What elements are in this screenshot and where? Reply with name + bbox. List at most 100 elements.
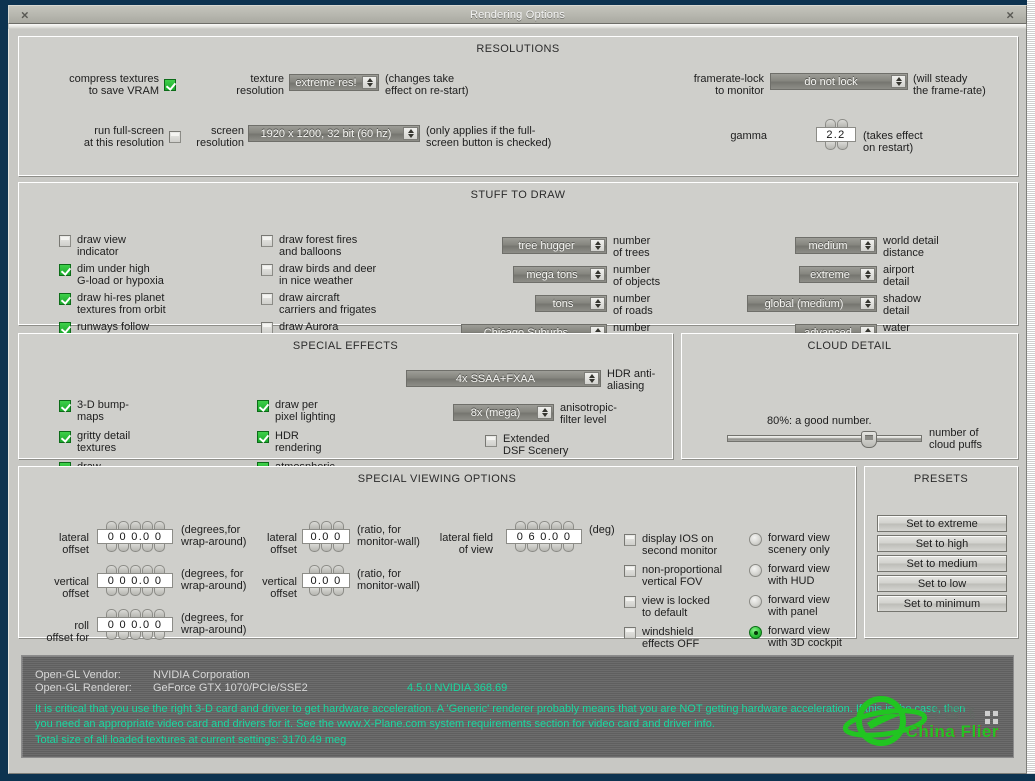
sfx-col2-checkbox-0[interactable] bbox=[257, 400, 269, 412]
sfx-col1-row-1: gritty detail textures bbox=[59, 430, 130, 454]
qr-grid-icon bbox=[985, 711, 999, 725]
viewing-spinner-4[interactable]: 0.0 0 bbox=[302, 565, 350, 596]
spinner-up-carets-0[interactable] bbox=[97, 521, 173, 529]
slider-thumb[interactable] bbox=[861, 431, 877, 448]
dropdown-anisotropic-filter[interactable]: 8x (mega) bbox=[453, 404, 554, 421]
viewing-spinner-value-1[interactable]: 0 0 0.0 0 bbox=[97, 573, 173, 588]
viewing-radio-row-3: forward view with 3D cockpit bbox=[749, 625, 842, 649]
dropdown-texture-resolution[interactable]: extreme res! bbox=[289, 74, 379, 91]
viewing-spinner-3[interactable]: 0.0 0 bbox=[302, 521, 350, 552]
spinner-down-carets-0[interactable] bbox=[97, 544, 173, 552]
note-framerate-lock: (will steady the frame-rate) bbox=[913, 73, 986, 97]
viewing-checkbox-2[interactable] bbox=[624, 596, 636, 608]
viewing-spinner-0[interactable]: 0 0 0.0 0 bbox=[97, 521, 173, 552]
viewing-radio-2[interactable] bbox=[749, 595, 762, 608]
stuff-col1-checkbox-1[interactable] bbox=[59, 264, 71, 276]
viewing-label-1: non-proportional vertical FOV bbox=[642, 564, 723, 588]
stuff-col2-checkbox-0[interactable] bbox=[261, 235, 273, 247]
spinner-down-carets-1[interactable] bbox=[97, 588, 173, 596]
stuff-col2-checkbox-1[interactable] bbox=[261, 264, 273, 276]
viewing-radio-0[interactable] bbox=[749, 533, 762, 546]
preset-button-2[interactable]: Set to medium bbox=[877, 555, 1007, 572]
stuff-col4-dropdown-0[interactable]: medium bbox=[795, 237, 877, 254]
spinner-up-carets-5[interactable] bbox=[506, 521, 582, 529]
stuff-col3-dropdown-0[interactable]: tree hugger bbox=[502, 237, 607, 254]
viewing-spinner-value-0[interactable]: 0 0 0.0 0 bbox=[97, 529, 173, 544]
stuff-col2-row-0: draw forest fires and balloons bbox=[261, 234, 357, 258]
viewing-spinner-1[interactable]: 0 0 0.0 0 bbox=[97, 565, 173, 596]
spinner-up-carets-2[interactable] bbox=[97, 609, 173, 617]
stuff-col2-row-1: draw birds and deer in nice weather bbox=[261, 263, 376, 287]
dropdown-screen-resolution[interactable]: 1920 x 1200, 32 bit (60 hz) bbox=[248, 125, 420, 142]
spinner-down-carets-5[interactable] bbox=[506, 544, 582, 552]
opengl-info-panel: Open-GL Vendor: NVIDIA Corporation Open-… bbox=[21, 655, 1014, 758]
spinner-gamma[interactable]: 2.2 bbox=[816, 119, 856, 150]
sfx-col1-checkbox-1[interactable] bbox=[59, 431, 71, 443]
spinner-up-carets[interactable] bbox=[816, 119, 856, 127]
preset-button-0[interactable]: Set to extreme bbox=[877, 515, 1007, 532]
close-icon-left[interactable]: × bbox=[21, 8, 29, 21]
viewing-spinner-note-4: (ratio, for monitor-wall) bbox=[357, 568, 420, 592]
stuff-col4-dropdown-2[interactable]: global (medium) bbox=[747, 295, 877, 312]
dropdown-hdr-antialiasing[interactable]: 4x SSAA+FXAA bbox=[406, 370, 601, 387]
stuff-col3-dropdown-2[interactable]: tons bbox=[535, 295, 607, 312]
viewing-spinner-note-5: (deg) bbox=[589, 524, 615, 536]
viewing-checkbox-0[interactable] bbox=[624, 534, 636, 546]
viewing-spinner-note-2: (degrees, for wrap-around) bbox=[181, 612, 247, 636]
viewing-checkbox-3[interactable] bbox=[624, 627, 636, 639]
cloud-slider-caption: 80%: a good number. bbox=[767, 415, 872, 427]
stuff-col3-dropdown-1[interactable]: mega tons bbox=[513, 266, 607, 283]
chevron-updown-icon[interactable] bbox=[860, 268, 875, 281]
preset-button-4[interactable]: Set to minimum bbox=[877, 595, 1007, 612]
chevron-updown-icon[interactable] bbox=[860, 239, 875, 252]
viewing-radio-1[interactable] bbox=[749, 564, 762, 577]
stuff-col1-checkbox-2[interactable] bbox=[59, 293, 71, 305]
preset-button-3[interactable]: Set to low bbox=[877, 575, 1007, 592]
chevron-updown-icon[interactable] bbox=[584, 372, 599, 385]
viewing-spinner-value-4[interactable]: 0.0 0 bbox=[302, 573, 350, 588]
chevron-updown-icon[interactable] bbox=[891, 75, 906, 88]
viewing-spinner-2[interactable]: 0 0 0.0 0 bbox=[97, 609, 173, 640]
sfx-col2-checkbox-1[interactable] bbox=[257, 431, 269, 443]
viewing-spinner-value-2[interactable]: 0 0 0.0 0 bbox=[97, 617, 173, 632]
checkbox-compress-textures[interactable] bbox=[164, 79, 176, 91]
chevron-updown-icon[interactable] bbox=[590, 239, 605, 252]
spinner-up-carets-3[interactable] bbox=[302, 521, 350, 529]
dropdown-framerate-lock-value: do not lock bbox=[804, 75, 858, 88]
group-resolutions: RESOLUTIONS compress textures to save VRA… bbox=[18, 36, 1018, 176]
viewing-radio-3[interactable] bbox=[749, 626, 762, 639]
viewing-label-3: windshield effects OFF bbox=[642, 626, 700, 650]
viewing-spinner-value-5[interactable]: 0 6 0.0 0 bbox=[506, 529, 582, 544]
chevron-updown-icon[interactable] bbox=[403, 127, 418, 140]
spinner-up-carets-1[interactable] bbox=[97, 565, 173, 573]
viewing-checkbox-1[interactable] bbox=[624, 565, 636, 577]
spinner-up-carets-4[interactable] bbox=[302, 565, 350, 573]
sfx-col1-checkbox-0[interactable] bbox=[59, 400, 71, 412]
spinner-down-carets-3[interactable] bbox=[302, 544, 350, 552]
spinner-down-carets-4[interactable] bbox=[302, 588, 350, 596]
spinner-gamma-value[interactable]: 2.2 bbox=[816, 127, 856, 142]
stuff-col1-checkbox-0[interactable] bbox=[59, 235, 71, 247]
stuff-col4-dropdown-1[interactable]: extreme bbox=[799, 266, 877, 283]
chevron-updown-icon[interactable] bbox=[590, 268, 605, 281]
preset-button-1[interactable]: Set to high bbox=[877, 535, 1007, 552]
window-title: Rendering Options bbox=[469, 8, 566, 21]
viewing-spinner-value-3[interactable]: 0.0 0 bbox=[302, 529, 350, 544]
chevron-updown-icon[interactable] bbox=[590, 297, 605, 310]
checkbox-extended-dsf-scenery[interactable] bbox=[485, 435, 497, 447]
stuff-col3-dropdown-value-1: mega tons bbox=[526, 268, 578, 281]
viewing-spinner-5[interactable]: 0 6 0.0 0 bbox=[506, 521, 582, 552]
chevron-updown-icon[interactable] bbox=[362, 76, 377, 89]
spinner-down-carets-2[interactable] bbox=[97, 632, 173, 640]
chevron-updown-icon[interactable] bbox=[537, 406, 552, 419]
stuff-col2-label-2: draw aircraft carriers and frigates bbox=[279, 292, 377, 316]
dropdown-framerate-lock[interactable]: do not lock bbox=[770, 73, 908, 90]
stuff-col3-dropdown-label-0: number of trees bbox=[613, 235, 651, 259]
group-title-special-effects: SPECIAL EFFECTS bbox=[292, 340, 399, 352]
stuff-col2-checkbox-2[interactable] bbox=[261, 293, 273, 305]
slider-cloud-puffs[interactable] bbox=[727, 431, 922, 448]
spinner-down-carets[interactable] bbox=[816, 142, 856, 150]
chevron-updown-icon[interactable] bbox=[860, 297, 875, 310]
slider-track[interactable] bbox=[727, 435, 922, 442]
close-icon-right[interactable]: × bbox=[1006, 8, 1014, 21]
